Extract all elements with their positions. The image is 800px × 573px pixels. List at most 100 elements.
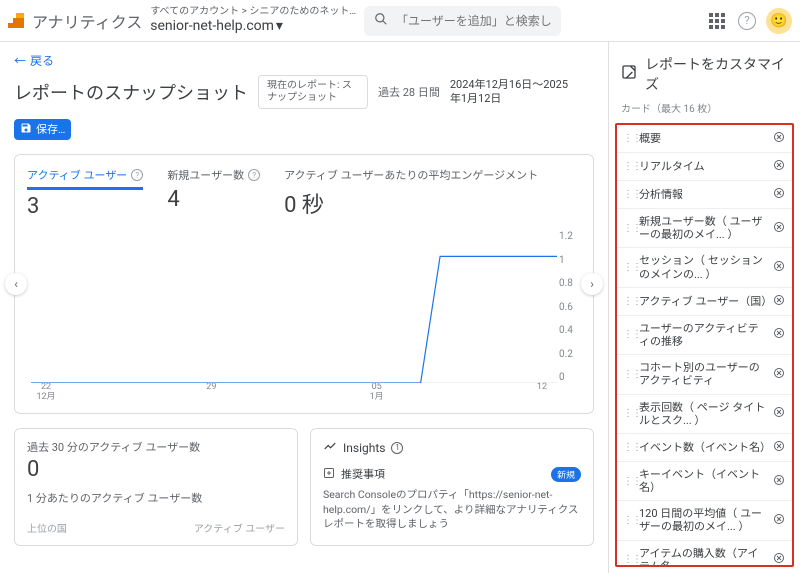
insights-count-badge: 1 (391, 442, 403, 454)
y-tick: 0.2 (559, 349, 581, 360)
drag-handle-icon[interactable]: ⋮⋮ (623, 262, 635, 273)
card-label: 分析情報 (639, 188, 768, 201)
remove-icon[interactable] (772, 474, 786, 489)
card-row[interactable]: ⋮⋮ 新規ユーザー数（ ユーザーの最初のメイ... ） (617, 209, 792, 248)
insights-description: Search Consoleのプロパティ「https://senior-net-… (323, 488, 581, 532)
metric-1[interactable]: 新規ユーザー数? 4 (167, 167, 260, 212)
brand-name: アナリティクス (32, 9, 142, 33)
card-label: アクティブ ユーザー（国） (639, 295, 768, 308)
card-row[interactable]: ⋮⋮ イベント数（イベント名） (617, 434, 792, 462)
scroll-right-button[interactable]: › (581, 273, 603, 295)
card-row[interactable]: ⋮⋮ コホート別のユーザーのアクティビティ (617, 355, 792, 394)
metric-0[interactable]: アクティブ ユーザー?3 (27, 167, 143, 219)
realtime-footer-right: アクティブ ユーザー (194, 520, 285, 535)
card-row[interactable]: ⋮⋮概要 (617, 125, 792, 153)
drag-handle-icon[interactable]: ⋮⋮ (623, 133, 635, 144)
remove-icon[interactable] (772, 367, 786, 382)
y-tick: 1.2 (559, 231, 581, 242)
analytics-logo (8, 13, 24, 29)
drag-handle-icon[interactable]: ⋮⋮ (623, 442, 635, 453)
secondary-row: 過去 30 分のアクティブ ユーザー数 0 1 分あたりのアクティブ ユーザー数… (14, 428, 594, 546)
metric-label: アクティブ ユーザーあたりの平均エンゲージメント (284, 167, 538, 183)
help-icon[interactable]: ? (248, 169, 260, 181)
remove-icon[interactable] (772, 406, 786, 421)
drag-handle-icon[interactable]: ⋮⋮ (623, 515, 635, 526)
x-tick: 2212月 (31, 383, 61, 401)
customize-header: レポートをカスタマイズ (609, 42, 800, 98)
drag-handle-icon[interactable]: ⋮⋮ (623, 223, 635, 234)
help-icon[interactable]: ? (736, 10, 758, 32)
drag-handle-icon[interactable]: ⋮⋮ (623, 369, 635, 380)
search-icon (374, 12, 388, 29)
customize-title: レポートをカスタマイズ (645, 54, 788, 94)
date-range[interactable]: 2024年12月16日～2025年1月12日 (450, 78, 570, 107)
card-label: 新規ユーザー数（ ユーザーの最初のメイ... ） (639, 215, 768, 241)
search-input[interactable] (396, 14, 551, 28)
drag-handle-icon[interactable]: ⋮⋮ (623, 329, 635, 340)
card-label: セッション（ セッションのメインの... ） (639, 254, 768, 280)
new-badge: 新規 (551, 467, 581, 482)
trend-chart: 1.210.80.60.40.20 2212月29051月12 (27, 231, 581, 401)
metric-value: 4 (167, 187, 260, 212)
card-row[interactable]: ⋮⋮ セッション（ セッションのメインの... ） (617, 248, 792, 287)
realtime-card: 過去 30 分のアクティブ ユーザー数 0 1 分あたりのアクティブ ユーザー数… (14, 428, 298, 546)
back-label: 戻る (30, 52, 54, 69)
remove-icon[interactable] (772, 221, 786, 236)
card-row[interactable]: ⋮⋮リアルタイム (617, 153, 792, 181)
metric-value: 0 秒 (284, 187, 538, 219)
x-tick: 29 (196, 383, 226, 401)
chart-plot (31, 231, 557, 383)
card-label: アイテムの購入数（アイテム名 (639, 547, 768, 567)
metric-label: 新規ユーザー数? (167, 167, 260, 183)
card-row[interactable]: ⋮⋮ユーザーのアクティビティの推移 (617, 316, 792, 355)
remove-icon[interactable] (772, 513, 786, 528)
apps-icon[interactable] (706, 10, 728, 32)
drag-handle-icon[interactable]: ⋮⋮ (623, 554, 635, 565)
remove-icon[interactable] (772, 131, 786, 146)
help-icon[interactable]: ? (131, 169, 143, 181)
drag-handle-icon[interactable]: ⋮⋮ (623, 408, 635, 419)
scroll-left-button[interactable]: ‹ (5, 273, 27, 295)
metrics-row: アクティブ ユーザー?3新規ユーザー数?4アクティブ ユーザーあたりの平均エンゲ… (27, 167, 581, 219)
card-label: コホート別のユーザーのアクティビティ (639, 361, 768, 387)
search-box[interactable] (364, 6, 561, 36)
y-tick: 0.4 (559, 325, 581, 336)
y-tick: 0.8 (559, 278, 581, 289)
drag-handle-icon[interactable]: ⋮⋮ (623, 296, 635, 307)
remove-icon[interactable] (772, 327, 786, 342)
title-bar: レポートのスナップショット 現在のレポート: スナップショット 過去 28 日間… (14, 75, 594, 140)
remove-icon[interactable] (772, 440, 786, 455)
page-title: レポートのスナップショット (14, 79, 248, 105)
card-row[interactable]: ⋮⋮ 分析情報 (617, 181, 792, 209)
period-label[interactable]: 過去 28 日間 (378, 84, 440, 100)
avatar[interactable]: 🙂 (766, 8, 792, 34)
remove-icon[interactable] (772, 187, 786, 202)
card-row[interactable]: ⋮⋮ アイテムの購入数（アイテム名 (617, 541, 792, 567)
card-row[interactable]: ⋮⋮表示回数（ ページ タイトルとスク... ） (617, 395, 792, 434)
metric-value: 3 (27, 194, 143, 219)
cards-list: ⋮⋮概要⋮⋮リアルタイム⋮⋮分析情報⋮⋮新規ユーザー数（ ユーザーの最初のメイ.… (615, 123, 794, 567)
suggestion-row[interactable]: 推奨事項 新規 (323, 466, 581, 482)
account-switcher[interactable]: すべてのアカウント > シニアのためのネット… senior-net-help.… (150, 6, 356, 35)
card-row[interactable]: ⋮⋮ 120 日間の平均値（ ユーザーの最初のメイ... ） (617, 501, 792, 540)
remove-icon[interactable] (772, 159, 786, 174)
drag-handle-icon[interactable]: ⋮⋮ (623, 189, 635, 200)
drag-handle-icon[interactable]: ⋮⋮ (623, 476, 635, 487)
back-button[interactable]: ← 戻る (14, 52, 594, 69)
card-label: 120 日間の平均値（ ユーザーの最初のメイ... ） (639, 507, 768, 533)
remove-icon[interactable] (772, 260, 786, 275)
card-label: イベント数（イベント名） (639, 441, 768, 454)
remove-icon[interactable] (772, 294, 786, 309)
card-row[interactable]: ⋮⋮ アクティブ ユーザー（国） (617, 288, 792, 316)
x-axis: 2212月29051月12 (31, 383, 557, 401)
account-path: すべてのアカウント > シニアのためのネット… (150, 6, 356, 18)
save-button[interactable]: 保存… (14, 119, 71, 140)
metric-2[interactable]: アクティブ ユーザーあたりの平均エンゲージメント 0 秒 (284, 167, 538, 219)
chevron-down-icon: ▾ (276, 18, 283, 35)
drag-handle-icon[interactable]: ⋮⋮ (623, 161, 635, 172)
template-pill[interactable]: 現在のレポート: スナップショット (258, 75, 368, 109)
y-tick: 0.6 (559, 302, 581, 313)
card-row[interactable]: ⋮⋮キーイベント（イベント名） (617, 462, 792, 501)
remove-icon[interactable] (772, 552, 786, 567)
plus-box-icon (323, 467, 335, 482)
